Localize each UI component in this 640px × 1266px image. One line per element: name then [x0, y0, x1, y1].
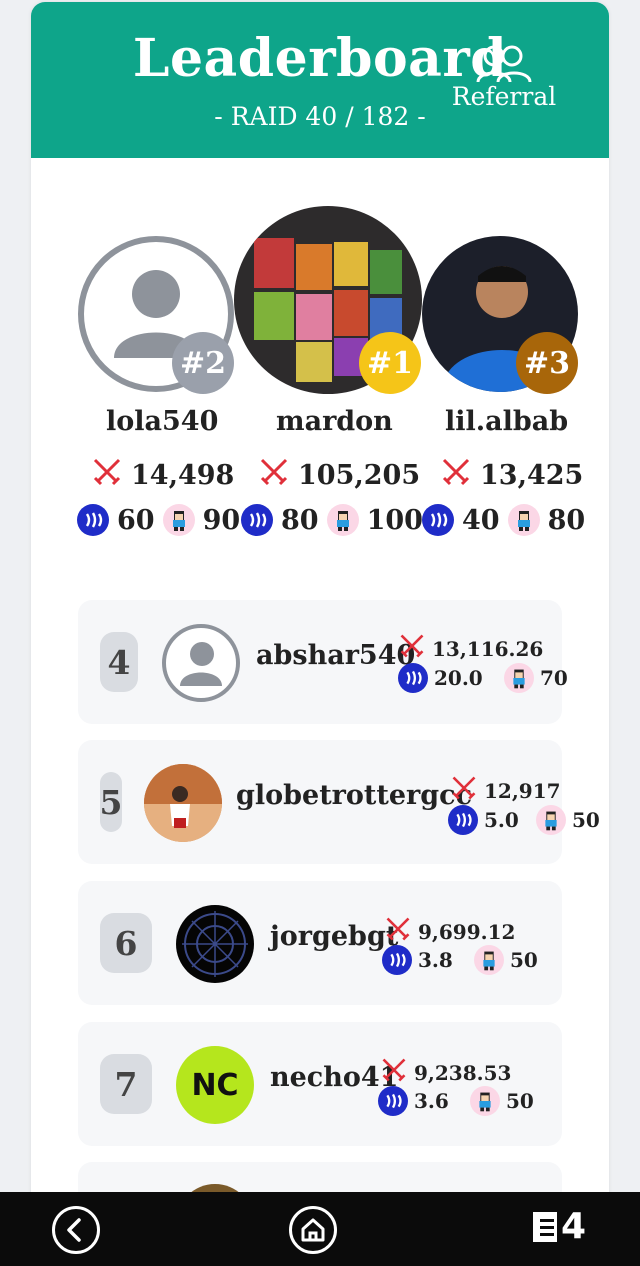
avatar-initials: NC	[176, 1046, 254, 1124]
steem-icon	[378, 1086, 408, 1116]
menu-button[interactable]: 4	[531, 1206, 586, 1247]
row-name: abshar540	[256, 640, 416, 671]
rank-number: 4	[100, 632, 138, 692]
podium-damage: 14,498	[91, 456, 234, 495]
steem-icon	[77, 504, 109, 536]
users-icon	[474, 42, 534, 84]
home-button[interactable]	[289, 1206, 337, 1254]
row-rewards: 3.6 50	[378, 1086, 534, 1116]
menu-count: 4	[560, 1206, 586, 1247]
podium-name: mardon	[276, 406, 393, 437]
list-icon	[532, 1211, 557, 1242]
podium-rewards: 40 80	[422, 504, 585, 536]
crossed-swords-icon	[258, 456, 290, 495]
podium-damage: 105,205	[258, 456, 420, 495]
podium-rewards: 80 100	[241, 504, 423, 536]
avatar-default	[162, 624, 240, 702]
crossed-swords-icon	[450, 774, 478, 807]
steem-icon	[382, 945, 412, 975]
steem-icon	[448, 805, 478, 835]
ticket-mascot-icon	[536, 805, 566, 835]
chevron-left-icon	[67, 1218, 81, 1242]
ticket-mascot-icon	[504, 663, 534, 693]
avatar-jorgebgt	[176, 905, 254, 983]
leaderboard-card: Leaderboard - RAID 40 / 182 - Referral #…	[31, 2, 609, 1266]
crossed-swords-icon	[380, 1056, 408, 1089]
rank-badge-2: #2	[172, 332, 234, 394]
steem-icon	[398, 663, 428, 693]
ticket-mascot-icon	[470, 1086, 500, 1116]
avatar-globetrottergcc	[144, 764, 222, 842]
crossed-swords-icon	[398, 632, 426, 665]
back-button[interactable]	[52, 1206, 100, 1254]
ticket-mascot-icon	[326, 504, 359, 536]
header-bar: Leaderboard - RAID 40 / 182 - Referral	[31, 2, 609, 158]
rank-badge-1: #1	[359, 332, 421, 394]
row-rewards: 20.0 70	[398, 663, 568, 693]
row-damage: 13,116.26	[398, 632, 543, 665]
podium-name: lola540	[106, 406, 219, 437]
crossed-swords-icon	[91, 456, 123, 495]
leaderboard-row[interactable]: 6 jorgebgt 9,699.12 3.8 50	[78, 881, 562, 1005]
row-name: globetrottergcc	[236, 780, 473, 811]
home-icon	[301, 1218, 325, 1242]
referral-label: Referral	[451, 82, 557, 111]
bottom-nav-bar: 4	[0, 1192, 640, 1266]
steem-icon	[241, 504, 273, 536]
leaderboard-row[interactable]: 4 abshar540 13,116.26 20.0 70	[78, 600, 568, 724]
ticket-mascot-icon	[474, 945, 504, 975]
crossed-swords-icon	[440, 456, 472, 495]
steem-icon	[422, 504, 454, 536]
rank-number: 5	[100, 772, 122, 832]
row-damage: 12,917	[450, 774, 561, 807]
crossed-swords-icon	[384, 915, 412, 948]
ticket-mascot-icon	[162, 504, 195, 536]
podium-name: lil.albab	[445, 406, 569, 437]
row-damage: 9,238.53	[380, 1056, 511, 1089]
rank-badge-3: #3	[516, 332, 578, 394]
row-rewards: 5.0 50	[448, 805, 600, 835]
rank-number: 7	[100, 1054, 152, 1114]
row-name: jorgebgt	[270, 921, 399, 952]
podium-damage: 13,425	[440, 456, 583, 495]
leaderboard-row[interactable]: 5 globetrottergcc 12,917 5.0 50	[78, 740, 600, 864]
row-damage: 9,699.12	[384, 915, 515, 948]
row-rewards: 3.8 50	[382, 945, 538, 975]
leaderboard-row[interactable]: 7 NC necho41 9,238.53 3.6 50	[78, 1022, 562, 1146]
ticket-mascot-icon	[507, 504, 540, 536]
referral-button[interactable]: Referral	[449, 42, 559, 111]
rank-number: 6	[100, 913, 152, 973]
podium-rewards: 60 90	[77, 504, 240, 536]
